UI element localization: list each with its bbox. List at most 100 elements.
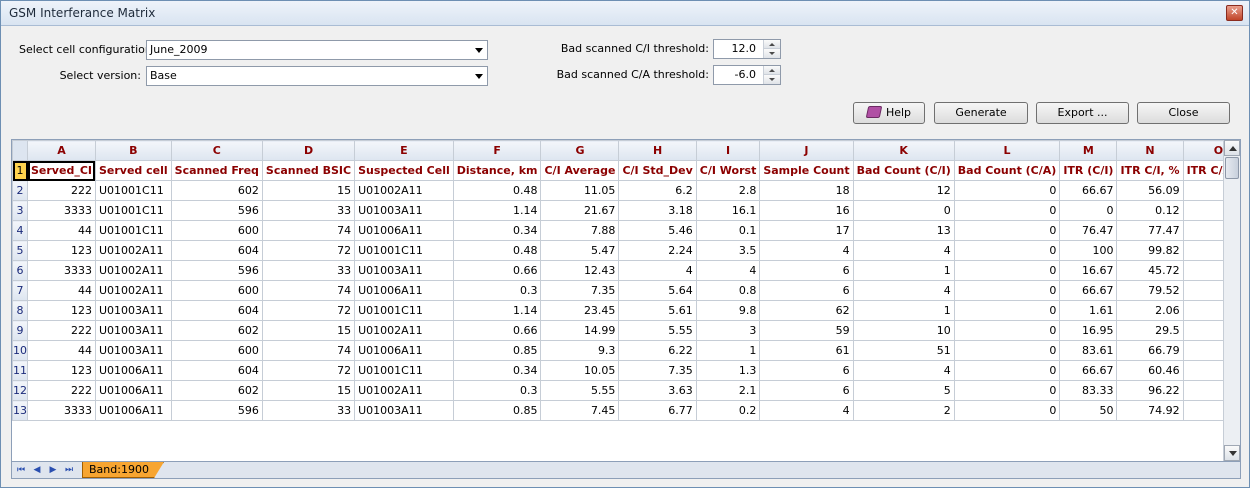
table-cell[interactable]: 10 [852,320,955,341]
header-cell[interactable]: Served cell [94,160,172,181]
table-cell[interactable]: U01006A11 [354,220,454,241]
table-cell[interactable]: 77.47 [1116,220,1184,241]
table-cell[interactable]: 0 [953,320,1061,341]
table-cell[interactable]: 96.22 [1116,380,1184,401]
table-cell[interactable]: 1 [852,300,955,321]
table-cell[interactable]: 222 [27,380,96,401]
table-cell[interactable]: 0 [1059,200,1118,221]
column-header[interactable]: D [261,140,356,161]
table-cell[interactable]: U01003A11 [94,300,172,321]
table-cell[interactable]: 4 [759,400,854,421]
table-cell[interactable]: 74 [261,280,356,301]
table-cell[interactable]: 6.77 [618,400,697,421]
table-cell[interactable]: U01006A11 [354,280,454,301]
header-cell[interactable]: C/I Worst [695,160,761,181]
table-cell[interactable]: 4 [695,260,761,281]
header-cell[interactable]: Scanned BSIC [261,160,356,181]
column-header[interactable]: C [170,140,263,161]
row-number[interactable]: 10 [12,340,28,361]
table-cell[interactable]: U01003A11 [94,320,172,341]
row-number[interactable]: 12 [12,380,28,401]
row-number[interactable]: 11 [12,360,28,381]
row-number[interactable]: 6 [12,260,28,281]
window-close-button[interactable]: ✕ [1226,5,1243,21]
cell-config-dropdown[interactable]: June_2009 [146,40,488,60]
table-cell[interactable]: 29.5 [1116,320,1184,341]
table-cell[interactable]: 16.67 [1059,260,1118,281]
table-cell[interactable]: 7.35 [540,280,620,301]
table-cell[interactable]: U01002A11 [94,260,172,281]
table-cell[interactable]: 3.5 [695,240,761,261]
table-cell[interactable]: 61 [759,340,854,361]
table-cell[interactable]: 596 [170,260,263,281]
table-cell[interactable]: U01001C11 [354,300,454,321]
table-cell[interactable]: 0.85 [452,400,542,421]
table-cell[interactable]: 99.82 [1116,240,1184,261]
table-cell[interactable]: 76.47 [1059,220,1118,241]
spin-down-button[interactable] [764,49,780,58]
table-cell[interactable]: 123 [27,240,96,261]
ci-threshold-spinner[interactable]: 12.0 [713,39,781,59]
table-cell[interactable]: 3333 [27,260,96,281]
vertical-scrollbar[interactable] [1223,140,1240,461]
table-cell[interactable]: 222 [27,320,96,341]
table-cell[interactable]: 0.85 [452,340,542,361]
column-header[interactable]: G [540,140,620,161]
table-cell[interactable]: U01002A11 [94,240,172,261]
table-cell[interactable]: 100 [1059,240,1118,261]
table-cell[interactable]: 600 [170,220,263,241]
table-cell[interactable]: 72 [261,300,356,321]
header-cell[interactable]: Suspected Cell [354,160,454,181]
table-cell[interactable]: 21.67 [540,200,620,221]
table-cell[interactable]: 0 [852,200,955,221]
table-cell[interactable]: 5.47 [540,240,620,261]
row-number[interactable]: 8 [12,300,28,321]
table-cell[interactable]: 602 [170,380,263,401]
table-cell[interactable]: 44 [27,340,96,361]
column-header[interactable]: F [452,140,542,161]
column-header[interactable]: L [953,140,1061,161]
table-cell[interactable]: 6 [759,360,854,381]
table-cell[interactable]: 0 [953,400,1061,421]
table-cell[interactable]: 44 [27,220,96,241]
close-button[interactable]: Close [1137,102,1230,124]
table-cell[interactable]: 2.1 [695,380,761,401]
table-cell[interactable]: 3333 [27,400,96,421]
table-cell[interactable]: 0.48 [452,240,542,261]
spreadsheet-grid[interactable]: ABCDEFGHIJKLMNO 1 Served_CI Served cell Sc… [11,139,1241,462]
header-cell[interactable]: C/I Std_Dev [618,160,697,181]
version-dropdown[interactable]: Base [146,66,488,86]
table-cell[interactable]: 0 [953,260,1061,281]
table-cell[interactable]: 66.79 [1116,340,1184,361]
table-cell[interactable]: U01006A11 [94,380,172,401]
table-cell[interactable]: 0.34 [452,220,542,241]
table-cell[interactable]: 6 [759,280,854,301]
table-cell[interactable]: 123 [27,360,96,381]
table-cell[interactable]: U01003A11 [354,400,454,421]
table-cell[interactable]: 74.92 [1116,400,1184,421]
table-cell[interactable]: 596 [170,400,263,421]
table-cell[interactable]: U01006A11 [354,340,454,361]
table-cell[interactable]: 1.61 [1059,300,1118,321]
table-cell[interactable]: 60.46 [1116,360,1184,381]
table-cell[interactable]: 23.45 [540,300,620,321]
ca-threshold-spinner[interactable]: -6.0 [713,65,781,85]
row-number[interactable]: 2 [12,180,28,201]
header-cell[interactable]: ITR (C/I) [1059,160,1118,181]
table-cell[interactable]: 11.05 [540,180,620,201]
table-cell[interactable]: 0 [953,240,1061,261]
table-cell[interactable]: 7.35 [618,360,697,381]
help-button[interactable]: Help [853,102,925,124]
table-cell[interactable]: 5.46 [618,220,697,241]
table-cell[interactable]: 3 [695,320,761,341]
table-cell[interactable]: 0 [953,360,1061,381]
table-cell[interactable]: 18 [759,180,854,201]
table-cell[interactable]: 56.09 [1116,180,1184,201]
row-number[interactable]: 3 [12,200,28,221]
table-cell[interactable]: U01002A11 [354,320,454,341]
table-cell[interactable]: 13 [852,220,955,241]
table-cell[interactable]: 0 [953,380,1061,401]
table-cell[interactable]: 7.45 [540,400,620,421]
table-cell[interactable]: 3333 [27,200,96,221]
select-all-corner[interactable] [12,140,28,161]
